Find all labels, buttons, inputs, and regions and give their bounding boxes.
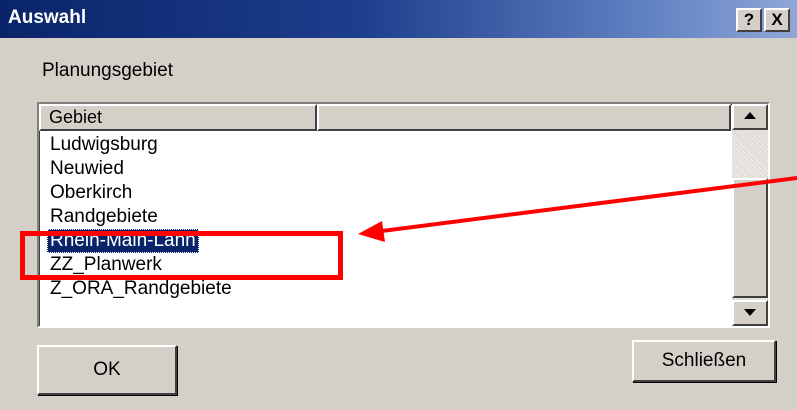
annotation-arrow — [358, 176, 797, 242]
